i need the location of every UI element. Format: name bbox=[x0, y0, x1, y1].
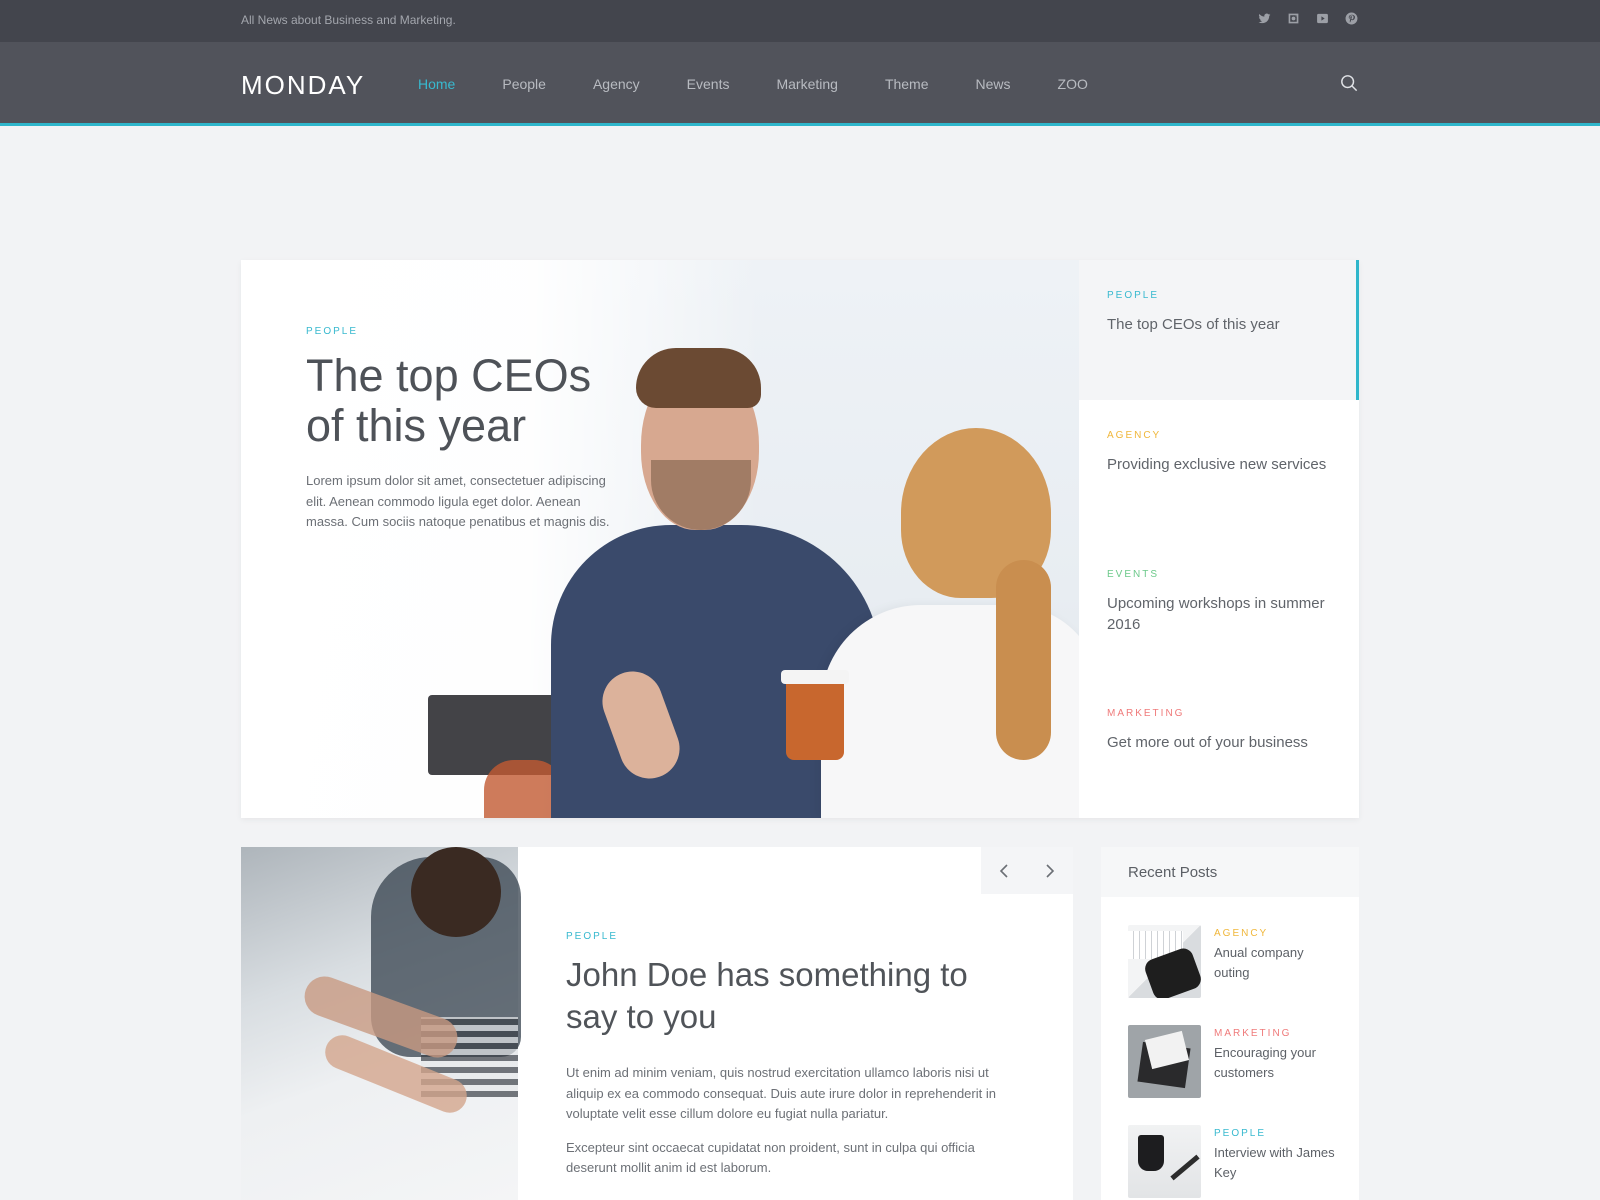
side-title: Get more out of your business bbox=[1107, 734, 1308, 751]
side-category: PEOPLE bbox=[1107, 290, 1160, 301]
man-beard bbox=[651, 460, 751, 530]
recent-post-item[interactable]: MARKETING Encouraging your customers bbox=[1128, 1025, 1338, 1099]
photo-hair bbox=[411, 847, 501, 937]
nav-item-home[interactable]: Home bbox=[418, 76, 455, 92]
hero-caption: PEOPLE The top CEOs of this year Lorem i… bbox=[306, 326, 626, 533]
side-category: EVENTS bbox=[1107, 569, 1160, 580]
man-hair bbox=[636, 348, 761, 408]
side-title: Providing exclusive new services bbox=[1107, 456, 1327, 473]
post-meta: AGENCY Anual company outing bbox=[1214, 928, 1338, 983]
search-icon[interactable] bbox=[1340, 74, 1360, 94]
top-bar: All News about Business and Marketing. bbox=[0, 0, 1600, 42]
post-meta: MARKETING Encouraging your customers bbox=[1214, 1028, 1338, 1083]
twitter-icon[interactable] bbox=[1257, 11, 1272, 26]
featured-article: PEOPLE John Doe has something to say to … bbox=[241, 847, 1073, 1200]
post-title[interactable]: Interview with James Key bbox=[1214, 1143, 1338, 1183]
chevron-left-icon[interactable] bbox=[981, 847, 1027, 894]
article-body: PEOPLE John Doe has something to say to … bbox=[566, 931, 1026, 1179]
woman-figure bbox=[821, 605, 1101, 818]
hero-side-list: PEOPLE The top CEOs of this year AGENCY … bbox=[1079, 260, 1359, 818]
nav-item-theme[interactable]: Theme bbox=[885, 76, 929, 92]
instagram-icon[interactable] bbox=[1286, 11, 1301, 26]
nav-menu: Home People Agency Events Marketing Them… bbox=[418, 76, 1135, 92]
recent-posts-heading: Recent Posts bbox=[1101, 847, 1359, 897]
nav-item-zoo[interactable]: ZOO bbox=[1058, 76, 1088, 92]
post-thumbnail[interactable] bbox=[1128, 1025, 1201, 1098]
article-image[interactable] bbox=[241, 847, 521, 1200]
hero-excerpt: Lorem ipsum dolor sit amet, consectetuer… bbox=[306, 473, 610, 529]
article-pager bbox=[981, 847, 1073, 894]
hero-slider: PEOPLE The top CEOs of this year Lorem i… bbox=[241, 260, 1359, 818]
side-title: Upcoming workshops in summer 2016 bbox=[1107, 595, 1325, 633]
coffee-cup-lid bbox=[781, 670, 849, 684]
nav-item-events[interactable]: Events bbox=[687, 76, 730, 92]
chevron-right-icon[interactable] bbox=[1027, 847, 1073, 894]
hero-title[interactable]: The top CEOs of this year bbox=[306, 351, 626, 451]
hero-side-item-people[interactable]: PEOPLE The top CEOs of this year bbox=[1079, 260, 1359, 400]
nav-item-people[interactable]: People bbox=[502, 76, 546, 92]
recent-posts-widget: Recent Posts AGENCY Anual company outing… bbox=[1101, 847, 1359, 1200]
article-paragraph: Ut enim ad minim veniam, quis nostrud ex… bbox=[566, 1065, 996, 1121]
post-thumbnail[interactable] bbox=[1128, 925, 1201, 998]
thumbnail-mug bbox=[1138, 1135, 1164, 1171]
main-navigation: MONDAY Home People Agency Events Marketi… bbox=[0, 42, 1600, 126]
post-title[interactable]: Anual company outing bbox=[1214, 943, 1338, 983]
thumbnail-pen bbox=[1170, 1154, 1200, 1181]
post-thumbnail[interactable] bbox=[1128, 1125, 1201, 1198]
woman-ponytail bbox=[996, 560, 1051, 760]
nav-item-agency[interactable]: Agency bbox=[593, 76, 640, 92]
post-category: PEOPLE bbox=[1214, 1128, 1267, 1139]
hero-category[interactable]: PEOPLE bbox=[306, 326, 626, 337]
youtube-icon[interactable] bbox=[1315, 11, 1330, 26]
side-category: AGENCY bbox=[1107, 430, 1162, 441]
side-title: The top CEOs of this year bbox=[1107, 316, 1280, 333]
coffee-cup bbox=[786, 678, 844, 760]
hero-side-item-agency[interactable]: AGENCY Providing exclusive new services bbox=[1079, 400, 1359, 540]
hero-side-item-marketing[interactable]: MARKETING Get more out of your business bbox=[1079, 678, 1359, 818]
nav-item-news[interactable]: News bbox=[976, 76, 1011, 92]
nav-item-marketing[interactable]: Marketing bbox=[776, 76, 837, 92]
recent-post-item[interactable]: PEOPLE Interview with James Key bbox=[1128, 1125, 1338, 1199]
article-paragraph: Excepteur sint occaecat cupidatat non pr… bbox=[566, 1139, 975, 1176]
article-title[interactable]: John Doe has something to say to you bbox=[566, 954, 1026, 1038]
recent-post-item[interactable]: AGENCY Anual company outing bbox=[1128, 925, 1338, 999]
site-tagline: All News about Business and Marketing. bbox=[241, 13, 456, 27]
article-category[interactable]: PEOPLE bbox=[566, 931, 1026, 942]
post-category: MARKETING bbox=[1214, 1028, 1292, 1039]
social-links bbox=[1257, 11, 1359, 26]
post-category: AGENCY bbox=[1214, 928, 1269, 939]
side-category: MARKETING bbox=[1107, 708, 1185, 719]
hero-side-item-events[interactable]: EVENTS Upcoming workshops in summer 2016 bbox=[1079, 539, 1359, 679]
post-meta: PEOPLE Interview with James Key bbox=[1214, 1128, 1338, 1183]
pinterest-icon[interactable] bbox=[1344, 11, 1359, 26]
site-logo[interactable]: MONDAY bbox=[241, 70, 365, 101]
post-title[interactable]: Encouraging your customers bbox=[1214, 1043, 1338, 1083]
